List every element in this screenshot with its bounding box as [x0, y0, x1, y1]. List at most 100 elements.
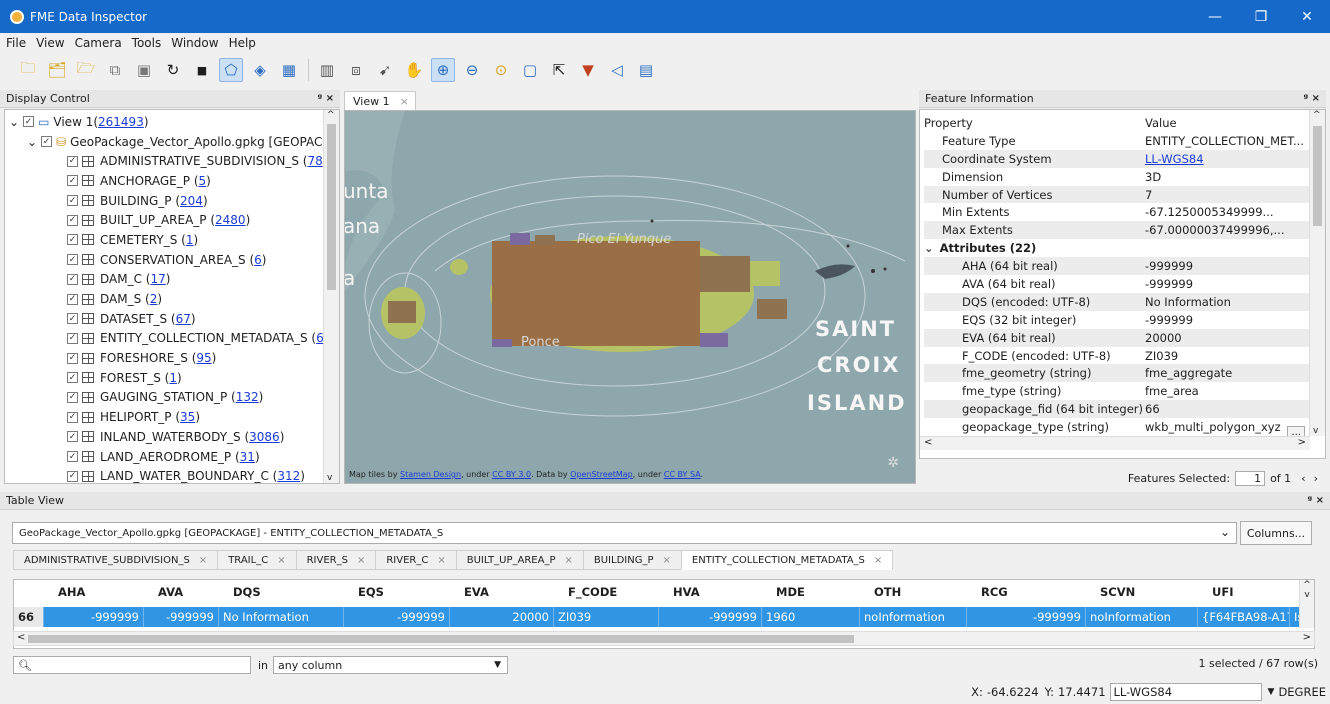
select-feature-icon[interactable]: ➹: [373, 58, 397, 82]
chevron-down-icon[interactable]: ▼: [1268, 687, 1275, 697]
column-header[interactable]: HVA: [659, 582, 762, 602]
menu-file[interactable]: File: [6, 36, 26, 50]
view-count-link[interactable]: 261493: [98, 115, 144, 129]
layer-checkbox[interactable]: ✓: [67, 234, 78, 246]
close-tab-icon[interactable]: ×: [400, 95, 409, 108]
map-canvas[interactable]: unta ana a Pico El Yunque Ponce SAINT CR…: [344, 110, 916, 484]
layer-count-link[interactable]: 5: [199, 174, 207, 188]
add-dataset-icon[interactable]: 🗂: [45, 58, 69, 82]
column-header[interactable]: RCG: [967, 582, 1086, 602]
column-header[interactable]: AVA: [144, 582, 219, 602]
scroll-thumb[interactable]: [1313, 126, 1322, 226]
layer-count-link[interactable]: 312: [277, 469, 300, 483]
column-header[interactable]: EVA: [450, 582, 554, 602]
table-cell[interactable]: -999999: [44, 607, 144, 627]
tree-scrollbar[interactable]: ^ v: [323, 110, 339, 483]
close-button[interactable]: ✕: [1284, 0, 1330, 33]
layer-count-link[interactable]: 6: [254, 253, 262, 267]
layer-checkbox[interactable]: ✓: [67, 175, 78, 187]
refresh-icon[interactable]: ↻: [161, 58, 185, 82]
layer-count-link[interactable]: 2480: [215, 213, 246, 227]
layers-icon[interactable]: ⧈: [344, 58, 368, 82]
tree-view-node[interactable]: ⌄ ✓ ▭ View 1( 261493): [9, 112, 339, 132]
table-row[interactable]: 66 -999999 -999999 No Information -999999 200…: [14, 607, 1310, 627]
menu-help[interactable]: Help: [229, 36, 256, 50]
column-header[interactable]: UFI: [1198, 582, 1290, 602]
layer-checkbox[interactable]: ✓: [67, 451, 78, 463]
panel-float-close-icon[interactable]: ᵍ ×: [1303, 93, 1320, 104]
layer-item[interactable]: ✓ BUILDING_P (204): [9, 191, 339, 211]
dataset-checkbox[interactable]: ✓: [41, 136, 53, 148]
open-folder-icon[interactable]: 🗀: [16, 58, 40, 82]
table-tab[interactable]: RIVER_C ×: [375, 550, 456, 570]
table-cell[interactable]: noInformation: [1086, 607, 1198, 627]
column-filter-select[interactable]: any column ▼: [273, 656, 508, 674]
table-cell[interactable]: ZI039: [554, 607, 659, 627]
table-cell[interactable]: 20000: [450, 607, 554, 627]
expand-chevron-icon[interactable]: ⌄: [27, 135, 37, 149]
layer-checkbox[interactable]: ✓: [67, 372, 78, 384]
layer-checkbox[interactable]: ✓: [67, 470, 78, 482]
layer-count-link[interactable]: 35: [180, 410, 195, 424]
cc-by-link[interactable]: CC BY 3.0: [492, 470, 531, 479]
view-checkbox[interactable]: ✓: [23, 116, 35, 128]
page-number-field[interactable]: 1: [1235, 470, 1266, 486]
zoom-in-icon[interactable]: ⊕: [431, 58, 455, 82]
window-icon[interactable]: ▢: [518, 58, 542, 82]
table-cell[interactable]: No Information: [219, 607, 344, 627]
row-number[interactable]: 66: [14, 607, 44, 627]
layer-count-link[interactable]: 67: [176, 312, 191, 326]
table-cell[interactable]: -999999: [344, 607, 450, 627]
layer-count-link[interactable]: 204: [180, 194, 203, 208]
paste-icon[interactable]: ▣: [132, 58, 156, 82]
osm-link[interactable]: OpenStreetMap: [570, 470, 633, 479]
columns-icon[interactable]: ▥: [315, 58, 339, 82]
grid-icon[interactable]: ▦: [277, 58, 301, 82]
table-cell[interactable]: -999999: [659, 607, 762, 627]
layer-count-link[interactable]: 3086: [249, 430, 280, 444]
column-header[interactable]: DQS: [219, 582, 344, 602]
coordinate-system-select[interactable]: LL-WGS84: [1109, 683, 1262, 701]
scroll-thumb[interactable]: [327, 124, 336, 290]
tree-dataset-node[interactable]: ⌄ ✓ ⛁ GeoPackage_Vector_Apollo.gpkg [GEO…: [9, 132, 339, 152]
stamen-link[interactable]: Stamen Design: [400, 470, 461, 479]
attributes-group[interactable]: ⌄ Attributes (22): [924, 239, 1325, 257]
columns-button[interactable]: Columns...: [1240, 521, 1312, 545]
close-tab-icon[interactable]: ×: [662, 555, 670, 566]
maximize-button[interactable]: ❐: [1238, 0, 1284, 33]
column-header[interactable]: MDE: [762, 582, 860, 602]
layer-checkbox[interactable]: ✓: [67, 273, 78, 285]
table-tab[interactable]: RIVER_S ×: [295, 550, 376, 570]
zoom-out-icon[interactable]: ⊖: [460, 58, 484, 82]
layer-count-link[interactable]: 95: [196, 351, 211, 365]
table-source-select[interactable]: GeoPackage_Vector_Apollo.gpkg [GEOPACKAG…: [12, 522, 1237, 544]
layer-checkbox[interactable]: ✓: [67, 195, 78, 207]
layer-checkbox[interactable]: ✓: [67, 254, 78, 266]
layer-checkbox[interactable]: ✓: [67, 431, 78, 443]
table-cell[interactable]: -999999: [144, 607, 219, 627]
zoom-extent-icon[interactable]: ⊙: [489, 58, 513, 82]
scroll-thumb[interactable]: [28, 635, 854, 643]
layer-item[interactable]: ✓ LAND_WATER_BOUNDARY_C (312): [9, 466, 339, 483]
layer-checkbox[interactable]: ✓: [67, 411, 78, 423]
layer-count-link[interactable]: 31: [240, 450, 255, 464]
close-tab-icon[interactable]: ×: [277, 555, 285, 566]
layer-item[interactable]: ✓ENTITY_COLLECTION_METADATA_S (67): [9, 329, 339, 349]
menu-view[interactable]: View: [36, 36, 64, 50]
column-header[interactable]: [14, 582, 44, 602]
table-icon[interactable]: ▤: [634, 58, 658, 82]
expand-chevron-icon[interactable]: ⌄: [9, 115, 19, 129]
layer-count-link[interactable]: 17: [150, 272, 165, 286]
layer-item[interactable]: ✓ DAM_C (17): [9, 270, 339, 290]
shapes-icon[interactable]: ⬠: [219, 58, 243, 82]
table-tab[interactable]: ADMINISTRATIVE_SUBDIVISION_S ×: [13, 550, 218, 570]
measure-icon[interactable]: ◁: [605, 58, 629, 82]
layer-item[interactable]: ✓ HELIPORT_P (35): [9, 407, 339, 427]
table-tab[interactable]: TRAIL_C ×: [217, 550, 296, 570]
layer-item[interactable]: ✓ FOREST_S (1): [9, 368, 339, 388]
layer-checkbox[interactable]: ✓: [67, 391, 78, 403]
3d-icon[interactable]: ◈: [248, 58, 272, 82]
close-tab-icon[interactable]: ×: [357, 555, 365, 566]
layer-checkbox[interactable]: ✓: [67, 293, 78, 305]
grid-vscrollbar[interactable]: ^ v: [1299, 580, 1314, 628]
